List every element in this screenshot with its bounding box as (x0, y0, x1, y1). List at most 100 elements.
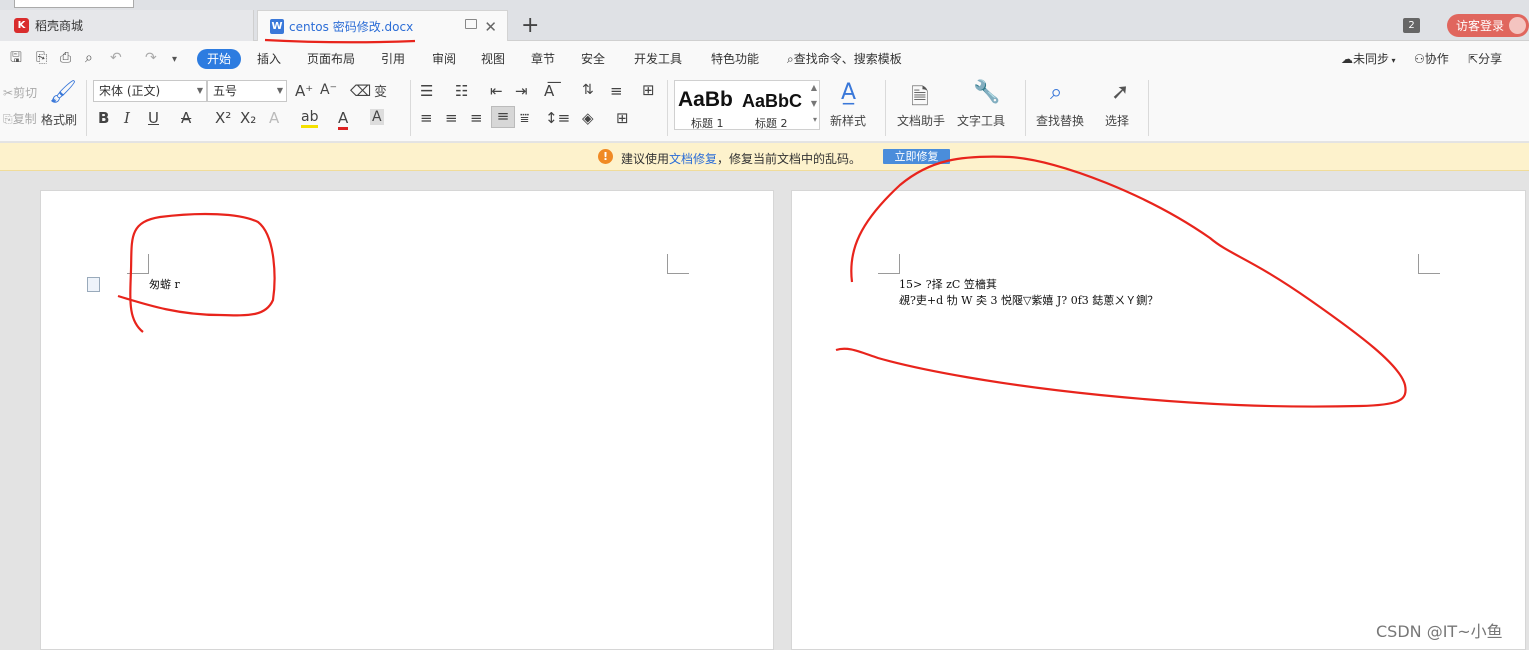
doc-repair-link[interactable]: 文档修复 (669, 152, 717, 166)
justify-icon[interactable]: ≡ (491, 106, 515, 128)
distributed-icon[interactable]: ⩸ (520, 109, 529, 127)
font-color-icon[interactable]: A (338, 109, 349, 130)
bold-icon[interactable]: B (98, 109, 109, 127)
font-size-value: 五号 (213, 84, 238, 98)
redo-icon[interactable]: ↷ (145, 50, 157, 66)
save-icon[interactable]: 🖫 (10, 50, 22, 66)
menu-references[interactable]: 引用 (381, 41, 405, 76)
collab-button[interactable]: ⚇协作 (1414, 41, 1449, 76)
underline-icon[interactable]: U (148, 109, 159, 127)
page-outline-icon[interactable] (87, 277, 100, 292)
line-spacing-icon[interactable]: ↕≡ (545, 109, 570, 127)
shrink-font-icon[interactable]: A⁻ (320, 82, 337, 98)
border-icon[interactable]: ⊞ (616, 109, 629, 127)
export-pdf-icon[interactable]: ⎘ (36, 50, 47, 66)
char-shading-icon[interactable]: A (370, 109, 384, 125)
text-effect-icon[interactable]: A (269, 109, 279, 127)
menu-page-layout[interactable]: 页面布局 (307, 41, 355, 76)
bullet-list-icon[interactable]: ☰ (420, 82, 433, 100)
search-command[interactable]: ⌕查找命令、搜索模板 (787, 41, 902, 76)
print-preview-icon[interactable]: ⌕ (85, 50, 93, 66)
watermark: CSDN @IT~小鱼 (1376, 622, 1503, 641)
menu-insert[interactable]: 插入 (257, 41, 281, 76)
superscript-icon[interactable]: X² (215, 109, 231, 127)
strikethrough-icon[interactable]: A (181, 109, 191, 127)
highlight-icon[interactable]: ab (301, 109, 319, 128)
menu-review[interactable]: 审阅 (432, 41, 456, 76)
find-replace-icon[interactable]: ⌕ (1050, 80, 1062, 105)
numbered-list-icon[interactable]: ☷ (455, 82, 468, 100)
align-left-icon[interactable]: ≡ (420, 109, 433, 127)
tab-count-badge[interactable]: 2 (1403, 18, 1420, 33)
menu-developer[interactable]: 开发工具 (634, 41, 682, 76)
cursor-icon[interactable]: ➚ (1111, 80, 1129, 105)
font-size-select[interactable]: 五号 ▼ (207, 80, 287, 102)
style-gallery: AaBb AaBbC 标题 1 标题 2 ▲ ▼ ▾ (674, 80, 820, 130)
menu-features[interactable]: 特色功能 (711, 41, 759, 76)
chevron-down-icon: ▼ (196, 86, 203, 95)
style-heading1-label[interactable]: 标题 1 (691, 115, 724, 131)
document-page[interactable]: 15> ?择 zC 笠檣萁 覕?吏+d 牞 W 㚐 3 悦隁▽紫嬉 J? 0f3… (791, 190, 1526, 650)
style-heading2-label[interactable]: 标题 2 (755, 115, 788, 131)
new-style-icon[interactable]: A̲ (841, 80, 856, 105)
find-replace-label[interactable]: 查找替换 (1036, 112, 1084, 129)
repair-now-button[interactable]: 立即修复 (883, 149, 950, 164)
share-button[interactable]: ⇱分享 (1468, 41, 1502, 76)
new-tab-button[interactable]: + (521, 13, 539, 38)
line-spacing-toggle-icon[interactable]: ≡ (610, 82, 623, 100)
italic-icon[interactable]: I (124, 109, 130, 127)
gallery-down-icon[interactable]: ▼ (811, 99, 817, 108)
clear-format-icon[interactable]: ⌫ (350, 82, 371, 100)
new-style-label[interactable]: 新样式 (830, 112, 866, 129)
tab-docer-store[interactable]: K 稻壳商城 (0, 10, 254, 41)
document-page[interactable]: 匆蝣 r (40, 190, 774, 650)
repair-notice-bar: ! 建议使用文档修复，修复当前文档中的乱码。 立即修复 (0, 143, 1529, 171)
divider (667, 80, 668, 136)
align-center-icon[interactable]: ≡ (445, 109, 458, 127)
select-label[interactable]: 选择 (1105, 112, 1129, 129)
menu-security[interactable]: 安全 (581, 41, 605, 76)
divider (885, 80, 886, 136)
grow-font-icon[interactable]: A⁺ (295, 82, 313, 100)
sort-icon[interactable]: ⇅ (582, 82, 594, 98)
window-mode-icon[interactable] (465, 19, 477, 29)
change-case-icon[interactable]: A͞ (544, 82, 554, 100)
undo-icon[interactable]: ↶ (110, 50, 122, 66)
copy-button[interactable]: ⎘复制 (3, 110, 37, 127)
style-heading2-preview[interactable]: AaBbC (742, 91, 802, 112)
search-command-label: 查找命令、搜索模板 (793, 52, 902, 66)
menu-view[interactable]: 视图 (481, 41, 505, 76)
font-name-select[interactable]: 宋体 (正文) ▼ (93, 80, 207, 102)
doc-helper-label[interactable]: 文档助手 (897, 112, 945, 129)
style-heading1-preview[interactable]: AaBb (678, 88, 733, 112)
notice-suffix: ，修复当前文档中的乱码。 (717, 152, 862, 166)
subscript-icon[interactable]: X₂ (240, 109, 256, 127)
margin-corner-mark (667, 254, 689, 274)
text-tools-label[interactable]: 文字工具 (957, 112, 1005, 129)
wrench-icon[interactable]: 🔧 (973, 80, 1000, 105)
document-text: 匆蝣 r (149, 278, 180, 291)
divider (410, 80, 411, 136)
menu-sections[interactable]: 章节 (531, 41, 555, 76)
divider (1148, 80, 1149, 136)
quick-access-dropdown-icon[interactable]: ▾ (172, 52, 177, 68)
decrease-indent-icon[interactable]: ⇤ (490, 82, 503, 100)
align-right-icon[interactable]: ≡ (470, 109, 483, 127)
menu-start[interactable]: 开始 (197, 49, 241, 69)
sync-status[interactable]: ☁未同步 ▾ (1341, 41, 1396, 76)
tab-current-document[interactable]: W centos 密码修改.docx ✕ (257, 10, 508, 41)
close-tab-icon[interactable]: ✕ (484, 18, 497, 36)
warning-icon: ! (598, 149, 613, 164)
phonetic-guide-icon[interactable]: 变 (374, 81, 387, 100)
table-grid-icon[interactable]: ⊞ (642, 81, 655, 99)
format-painter-label[interactable]: 格式刷 (41, 111, 77, 128)
gallery-up-icon[interactable]: ▲ (811, 83, 817, 92)
increase-indent-icon[interactable]: ⇥ (515, 82, 528, 100)
print-icon[interactable]: ⎙ (60, 50, 71, 66)
notice-text: 建议使用文档修复，修复当前文档中的乱码。 (621, 150, 861, 167)
cut-button[interactable]: ✂剪切 (3, 84, 37, 101)
format-painter-icon[interactable]: 🖌 (49, 80, 77, 105)
visitor-login-button[interactable]: 访客登录 (1447, 14, 1529, 37)
gallery-more-icon[interactable]: ▾ (813, 115, 817, 124)
shading-icon[interactable]: ◈ (582, 109, 594, 127)
